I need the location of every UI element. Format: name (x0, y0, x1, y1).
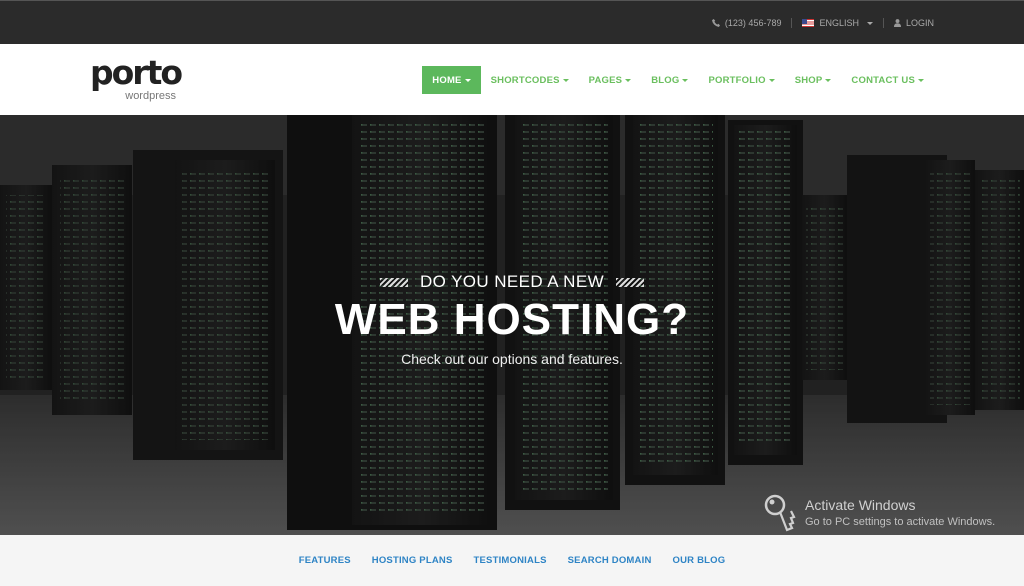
caret-down-icon (825, 78, 832, 82)
nav-item-shop[interactable]: SHOP (785, 66, 842, 94)
login-label: LOGIN (905, 18, 934, 28)
activate-text: Go to PC settings to activate Windows. (805, 516, 996, 528)
logo-subtitle: wordpress (125, 90, 176, 102)
us-flag-icon (802, 19, 815, 27)
section-nav-hosting-plans[interactable]: HOSTING PLANS (361, 555, 463, 566)
hero-pre-title: DO YOU NEED A NEW (0, 272, 1024, 292)
key-icon (764, 494, 796, 532)
phone-number: (123) 456-789 (724, 18, 782, 28)
top-bar: (123) 456-789 ENGLISH LOGIN (0, 0, 1024, 44)
nav-label: SHORTCODES (490, 74, 560, 86)
user-icon (893, 19, 901, 27)
stripe-decoration (379, 277, 408, 287)
language-switcher[interactable]: ENGLISH (802, 18, 873, 28)
section-nav-testimonials[interactable]: TESTIMONIALS (463, 555, 557, 566)
caret-down-icon (866, 21, 873, 25)
stripe-decoration (616, 277, 645, 287)
nav-item-contact-us[interactable]: CONTACT US (841, 66, 934, 94)
phone-icon (711, 19, 720, 27)
caret-down-icon (682, 78, 689, 82)
login-link[interactable]: LOGIN (893, 18, 934, 28)
caret-down-icon (768, 78, 775, 82)
nav-item-pages[interactable]: PAGES (579, 66, 642, 94)
hero-title: WEB HOSTING? (334, 295, 690, 344)
nav-label: BLOG (651, 74, 680, 86)
nav-item-shortcodes[interactable]: SHORTCODES (481, 66, 579, 94)
caret-down-icon (918, 78, 924, 82)
nav-item-home[interactable]: HOME (422, 66, 481, 94)
nav-item-portfolio[interactable]: PORTFOLIO (698, 66, 784, 94)
nav-item-blog[interactable]: BLOG (641, 66, 698, 94)
hero-subtitle: Check out our options and features. (401, 351, 623, 367)
nav-label: SHOP (794, 74, 823, 86)
main-nav: HOME SHORTCODES PAGES BLOG PORTFOLIO SHO… (422, 66, 934, 94)
caret-down-icon (562, 78, 569, 82)
logo-word: porto (90, 53, 183, 92)
nav-label: CONTACT US (851, 74, 915, 86)
caret-down-icon (625, 78, 632, 82)
nav-label: PORTFOLIO (708, 74, 766, 86)
hero-slider: DO YOU NEED A NEW WEB HOSTING? Check out… (0, 115, 1024, 535)
phone-info: (123) 456-789 (711, 18, 782, 28)
section-nav-our-blog[interactable]: OUR BLOG (662, 555, 736, 566)
section-nav-features[interactable]: FEATURES (288, 555, 361, 566)
activate-windows-watermark: Activate Windows Go to PC settings to ac… (763, 492, 1013, 534)
section-nav-search-domain[interactable]: SEARCH DOMAIN (557, 555, 662, 566)
language-label: ENGLISH (819, 18, 859, 28)
activate-title: Activate Windows (805, 497, 916, 513)
nav-label: HOME (432, 74, 462, 86)
nav-label: PAGES (588, 74, 623, 86)
section-nav: FEATURES HOSTING PLANS TESTIMONIALS SEAR… (0, 535, 1024, 586)
header: porto wordpress HOME SHORTCODES PAGES BL… (0, 44, 1024, 115)
logo[interactable]: porto wordpress (90, 53, 183, 103)
divider (882, 18, 884, 28)
caret-down-icon (464, 78, 471, 82)
hero-pre-title-text: DO YOU NEED A NEW (419, 272, 605, 291)
divider (791, 18, 793, 28)
